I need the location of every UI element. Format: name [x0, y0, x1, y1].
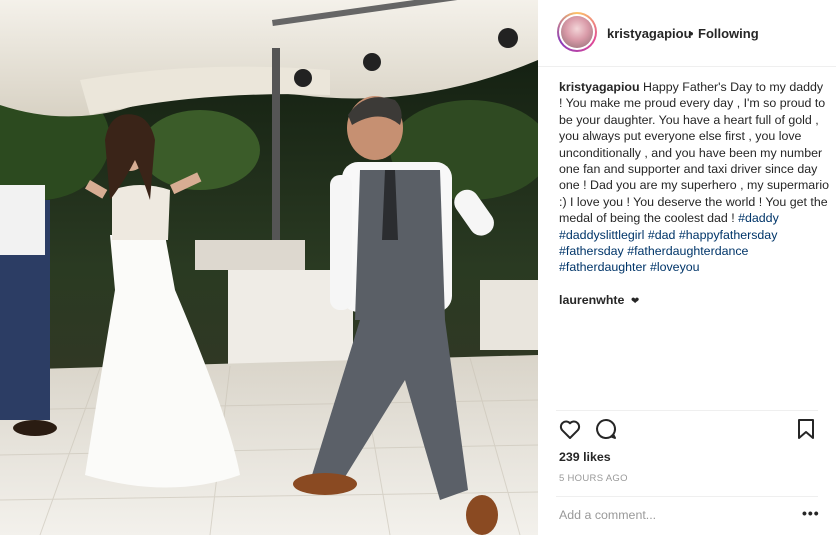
hashtag-link[interactable]: #fatherdaughterdance [627, 244, 748, 258]
hashtag-link[interactable]: #fathersday [559, 244, 624, 258]
avatar[interactable] [557, 12, 597, 52]
post-header: kristyagapiou • Following [538, 0, 836, 67]
hashtag-link[interactable]: #happyfathersday [679, 228, 778, 242]
likes-count[interactable]: 239 likes [559, 450, 611, 464]
caption-username[interactable]: kristyagapiou [559, 80, 640, 94]
hashtag-link[interactable]: #dad [648, 228, 676, 242]
comment-icon[interactable] [594, 417, 618, 441]
divider [556, 410, 818, 411]
author-username[interactable]: kristyagapiou [607, 26, 692, 41]
post-photo[interactable] [0, 0, 538, 535]
comment-username[interactable]: laurenwhte [559, 293, 624, 307]
divider [556, 496, 818, 497]
post-sidebar: kristyagapiou • Following kristyagapiou … [538, 0, 836, 535]
hashtag-link[interactable]: #daddyslittlegirl [559, 228, 644, 242]
more-options-icon[interactable]: ••• [802, 505, 820, 521]
heart-icon[interactable] [558, 417, 582, 441]
post-caption: kristyagapiou Happy Father's Day to my d… [559, 79, 829, 276]
action-bar [538, 417, 836, 443]
hashtag-link[interactable]: #daddy [738, 211, 779, 225]
hashtag-link[interactable]: #loveyou [650, 260, 700, 274]
wedding-dance-photo [0, 0, 538, 535]
comment-item: laurenwhte ❤︎ [559, 293, 639, 307]
bookmark-icon[interactable] [796, 417, 816, 441]
following-button[interactable]: Following [698, 26, 759, 41]
post-timestamp[interactable]: 5 HOURS AGO [559, 473, 628, 484]
caption-text: Happy Father's Day to my daddy ! You mak… [559, 80, 829, 226]
heart-emoji-icon: ❤︎ [630, 296, 640, 307]
header-separator: • [689, 26, 694, 41]
hashtag-link[interactable]: #fatherdaughter [559, 260, 647, 274]
add-comment-input[interactable]: Add a comment... [559, 508, 656, 522]
